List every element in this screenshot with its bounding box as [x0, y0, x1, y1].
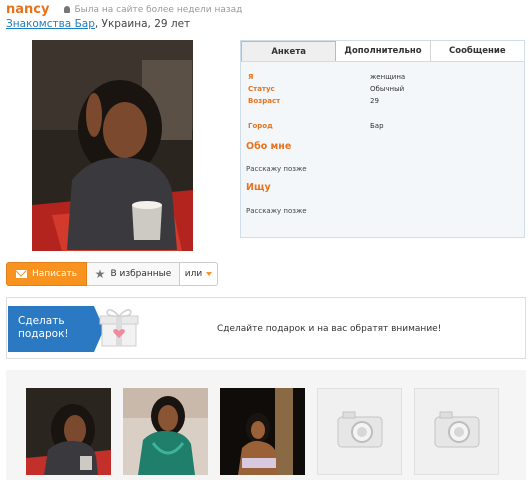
tab-message[interactable]: Сообщение: [431, 41, 524, 61]
photo-thumbnail[interactable]: [123, 388, 208, 475]
field-label: Возраст: [248, 97, 281, 105]
more-actions-label: или: [184, 269, 203, 279]
photo-thumbnail[interactable]: [26, 388, 111, 475]
field-label: Статус: [248, 85, 275, 93]
about-text: Расскажу позже: [246, 165, 307, 173]
about-title: Обо мне: [246, 141, 292, 152]
lock-icon: [64, 6, 71, 13]
field-value: женщина: [370, 73, 406, 81]
gift-promo-text: Сделайте подарок и на вас обратят вниман…: [217, 324, 442, 334]
gift-icon: [99, 309, 139, 347]
online-status-text: Была на сайте более недели назад: [74, 4, 243, 15]
field-label: Я: [248, 73, 254, 81]
field-value: Бар: [370, 122, 384, 130]
write-button-label: Написать: [31, 269, 78, 279]
photo-placeholder[interactable]: [317, 388, 402, 475]
add-favorite-button[interactable]: ★ В избранные: [87, 262, 180, 286]
profile-subline: Знакомства Бар, Украина, 29 лет: [6, 18, 190, 30]
online-status: Была на сайте более недели назад: [64, 5, 242, 15]
field-row-age: Возраст 29: [248, 97, 518, 109]
profile-tabs: Анкета Дополнительно Сообщение: [241, 41, 524, 62]
seek-title: Ищу: [246, 182, 271, 193]
profile-header: nancy Была на сайте более недели назад: [6, 2, 242, 18]
field-label: Город: [248, 122, 273, 130]
photo-placeholder[interactable]: [414, 388, 499, 475]
camera-icon: [434, 411, 480, 448]
field-row-gender: Я женщина: [248, 73, 518, 85]
photo-gallery: [6, 370, 526, 480]
gift-banner: Сделать подарок! Сделайте подарок и на в…: [6, 297, 526, 359]
mail-icon: [15, 270, 27, 278]
field-row-status: Статус Обычный: [248, 85, 518, 97]
caret-down-icon: [206, 272, 213, 276]
profile-card: Анкета Дополнительно Сообщение Я женщина…: [240, 40, 525, 238]
make-gift-button[interactable]: Сделать подарок!: [8, 306, 104, 352]
username[interactable]: nancy: [6, 2, 49, 17]
site-link[interactable]: Знакомства Бар: [6, 18, 95, 30]
tab-additional[interactable]: Дополнительно: [336, 41, 431, 61]
location-age: , Украина, 29 лет: [94, 18, 191, 30]
field-value: 29: [370, 97, 379, 105]
profile-fields: Я женщина Статус Обычный Возраст 29 Горо…: [248, 73, 518, 134]
tab-anketa[interactable]: Анкета: [241, 41, 337, 61]
action-bar: Написать ★ В избранные или: [6, 262, 218, 286]
seek-text: Расскажу позже: [246, 207, 307, 215]
write-button[interactable]: Написать: [6, 262, 87, 286]
star-icon: ★: [94, 267, 106, 281]
main-photo[interactable]: [32, 40, 193, 251]
more-actions-dropdown[interactable]: или: [180, 262, 218, 286]
field-row-city: Город Бар: [248, 122, 518, 134]
photo-thumbnail[interactable]: [220, 388, 305, 475]
camera-icon: [337, 411, 383, 448]
add-favorite-label: В избранные: [110, 269, 172, 279]
field-value: Обычный: [370, 85, 405, 93]
